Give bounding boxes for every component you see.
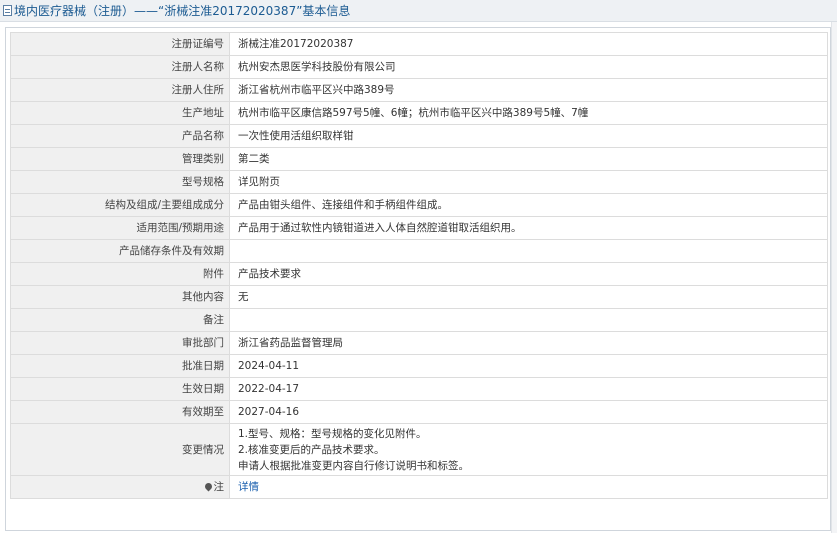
row-label: 产品储存条件及有效期 xyxy=(10,239,230,263)
document-icon xyxy=(3,5,12,16)
note-label: 注 xyxy=(213,481,225,493)
row-value: 2024-04-11 xyxy=(229,354,828,378)
row-value: 2027-04-16 xyxy=(229,400,828,424)
table-row: 产品储存条件及有效期 xyxy=(10,239,828,263)
table-row: 结构及组成/主要组成成分 产品由钳头组件、连接组件和手柄组件组成。 xyxy=(10,193,828,217)
row-label: 审批部门 xyxy=(10,331,230,355)
row-label: 生产地址 xyxy=(10,101,230,125)
row-label: 注册人住所 xyxy=(10,78,230,102)
row-value: 无 xyxy=(229,285,828,309)
info-panel: 注册证编号 浙械注准20172020387 注册人名称 杭州安杰思医学科技股份有… xyxy=(5,27,831,531)
row-value: 产品由钳头组件、连接组件和手柄组件组成。 xyxy=(229,193,828,217)
note-label-cell: 注 xyxy=(10,475,230,499)
info-table: 注册证编号 浙械注准20172020387 注册人名称 杭州安杰思医学科技股份有… xyxy=(10,32,828,499)
header-bar: 境内医疗器械（注册）——“浙械注准20172020387”基本信息 xyxy=(0,0,837,22)
row-value: 浙江省药品监督管理局 xyxy=(229,331,828,355)
row-label: 生效日期 xyxy=(10,377,230,401)
row-value: 浙械注准20172020387 xyxy=(229,32,828,56)
row-value: 杭州安杰思医学科技股份有限公司 xyxy=(229,55,828,79)
row-label: 型号规格 xyxy=(10,170,230,194)
change-row: 变更情况 1.型号、规格：型号规格的变化见附件。 2.核准变更后的产品技术要求。… xyxy=(10,423,828,476)
row-value: 产品用于通过软性内镜钳道进入人体自然腔道钳取活组织用。 xyxy=(229,216,828,240)
note-value: 详情 xyxy=(229,475,828,499)
table-row: 注册证编号 浙械注准20172020387 xyxy=(10,32,828,56)
table-row: 审批部门 浙江省药品监督管理局 xyxy=(10,331,828,355)
table-row: 型号规格 详见附页 xyxy=(10,170,828,194)
row-label: 其他内容 xyxy=(10,285,230,309)
row-label: 附件 xyxy=(10,262,230,286)
row-label: 批准日期 xyxy=(10,354,230,378)
row-label: 结构及组成/主要组成成分 xyxy=(10,193,230,217)
row-label: 注册证编号 xyxy=(10,32,230,56)
row-label: 产品名称 xyxy=(10,124,230,148)
row-value xyxy=(229,308,828,332)
table-row: 注册人住所 浙江省杭州市临平区兴中路389号 xyxy=(10,78,828,102)
scrollbar[interactable] xyxy=(831,22,837,533)
table-row: 适用范围/预期用途 产品用于通过软性内镜钳道进入人体自然腔道钳取活组织用。 xyxy=(10,216,828,240)
row-value: 杭州市临平区康信路597号5幢、6幢；杭州市临平区兴中路389号5幢、7幢 xyxy=(229,101,828,125)
row-label: 有效期至 xyxy=(10,400,230,424)
table-row: 生产地址 杭州市临平区康信路597号5幢、6幢；杭州市临平区兴中路389号5幢、… xyxy=(10,101,828,125)
table-row: 管理类别 第二类 xyxy=(10,147,828,171)
change-label: 变更情况 xyxy=(10,423,230,476)
table-row: 生效日期 2022-04-17 xyxy=(10,377,828,401)
page-title: 境内医疗器械（注册）——“浙械注准20172020387”基本信息 xyxy=(14,4,351,18)
change-line: 2.核准变更后的产品技术要求。 xyxy=(238,443,385,456)
change-line: 1.型号、规格：型号规格的变化见附件。 xyxy=(238,427,427,440)
row-value: 第二类 xyxy=(229,147,828,171)
row-value: 2022-04-17 xyxy=(229,377,828,401)
change-line: 申请人根据批准变更内容自行修订说明书和标签。 xyxy=(238,459,469,472)
table-row: 注册人名称 杭州安杰思医学科技股份有限公司 xyxy=(10,55,828,79)
table-row: 批准日期 2024-04-11 xyxy=(10,354,828,378)
page: 境内医疗器械（注册）——“浙械注准20172020387”基本信息 注册证编号 … xyxy=(0,0,837,533)
table-row: 附件 产品技术要求 xyxy=(10,262,828,286)
row-label: 适用范围/预期用途 xyxy=(10,216,230,240)
change-value: 1.型号、规格：型号规格的变化见附件。 2.核准变更后的产品技术要求。 申请人根… xyxy=(229,423,828,476)
row-value: 详见附页 xyxy=(229,170,828,194)
details-link[interactable]: 详情 xyxy=(238,481,259,493)
row-label: 备注 xyxy=(10,308,230,332)
note-row: 注 详情 xyxy=(10,475,828,499)
row-value: 产品技术要求 xyxy=(229,262,828,286)
table-row: 备注 xyxy=(10,308,828,332)
table-row: 产品名称 一次性使用活组织取样钳 xyxy=(10,124,828,148)
table-row: 其他内容 无 xyxy=(10,285,828,309)
row-label: 管理类别 xyxy=(10,147,230,171)
pin-icon xyxy=(203,481,213,491)
row-value: 一次性使用活组织取样钳 xyxy=(229,124,828,148)
row-value: 浙江省杭州市临平区兴中路389号 xyxy=(229,78,828,102)
row-label: 注册人名称 xyxy=(10,55,230,79)
table-row: 有效期至 2027-04-16 xyxy=(10,400,828,424)
row-value xyxy=(229,239,828,263)
